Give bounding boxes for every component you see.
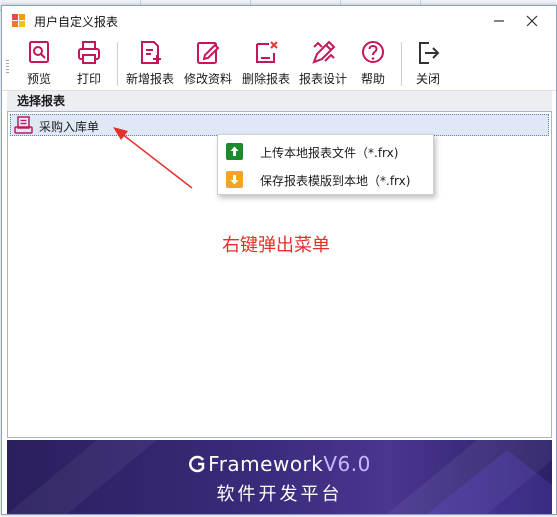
toolbar: 预览 打印 新增报表 修改资料 删除报表 报表设计 帮助 关闭 [2,36,556,91]
title-bar: 用户自定义报表 [2,6,556,36]
minimize-icon [494,20,504,22]
edit-info-button[interactable]: 修改资料 [180,38,236,88]
report-design-button[interactable]: 报表设计 [295,38,351,88]
help-label: 帮助 [360,72,385,86]
toolbar-separator [117,42,118,86]
context-menu: 上传本地报表文件（*.frx) 保存报表模版到本地（*.frx) [217,134,434,195]
print-button[interactable]: 打印 [69,38,109,88]
brand-logo: FrameworkV6.0 [7,452,552,476]
new-report-icon [141,41,161,64]
report-icon [14,116,33,134]
report-dialog: 用户自定义报表 预览 打印 新增报表 修改资料 删除报表 报表设计 帮助 关闭 … [1,5,557,515]
menu-item-download-label: 保存报表模版到本地（*.frx) [260,174,411,188]
upload-icon [226,143,243,160]
delete-report-label: 删除报表 [241,72,290,86]
window-title: 用户自定义报表 [34,15,119,29]
tree-item-label: 采购入库单 [39,120,100,134]
minimize-button[interactable] [484,10,514,32]
preview-icon [29,41,49,63]
section-title: 选择报表 [7,91,552,111]
report-design-label: 报表设计 [298,72,347,86]
brand-name: Framework [208,452,324,476]
download-icon [226,171,243,188]
brand-banner: FrameworkV6.0 软件开发平台 [7,440,552,514]
new-report-label: 新增报表 [125,72,174,86]
menu-item-upload-label: 上传本地报表文件（*.frx) [260,146,399,160]
printer-icon [78,41,100,64]
delete-report-button[interactable]: 删除报表 [238,38,294,88]
design-icon [312,40,336,64]
menu-item-download[interactable]: 保存报表模版到本地（*.frx) [218,166,433,192]
app-icon [12,14,26,28]
menu-item-upload[interactable]: 上传本地报表文件（*.frx) [218,138,433,164]
close-icon [526,15,538,27]
brand-subtitle: 软件开发平台 [216,484,343,505]
delete-report-icon [256,41,278,63]
brand-version: V6.0 [323,452,371,476]
close-button[interactable]: 关闭 [408,38,448,88]
brand-g-icon [189,455,205,473]
exit-icon [419,42,440,64]
new-report-button[interactable]: 新增报表 [122,38,178,88]
preview-button[interactable]: 预览 [19,38,59,88]
tree-item[interactable]: 采购入库单 [10,114,549,136]
toolbar-separator [401,42,402,86]
preview-label: 预览 [26,72,51,86]
close-window-button[interactable] [517,10,547,32]
toolbar-grip[interactable] [6,60,9,74]
annotation-text: 右键弹出菜单 [222,235,330,256]
help-button[interactable]: 帮助 [353,38,393,88]
print-label: 打印 [76,72,101,86]
edit-info-label: 修改资料 [183,72,232,86]
close-label: 关闭 [415,72,440,86]
help-icon [362,41,384,63]
edit-icon [197,42,220,64]
